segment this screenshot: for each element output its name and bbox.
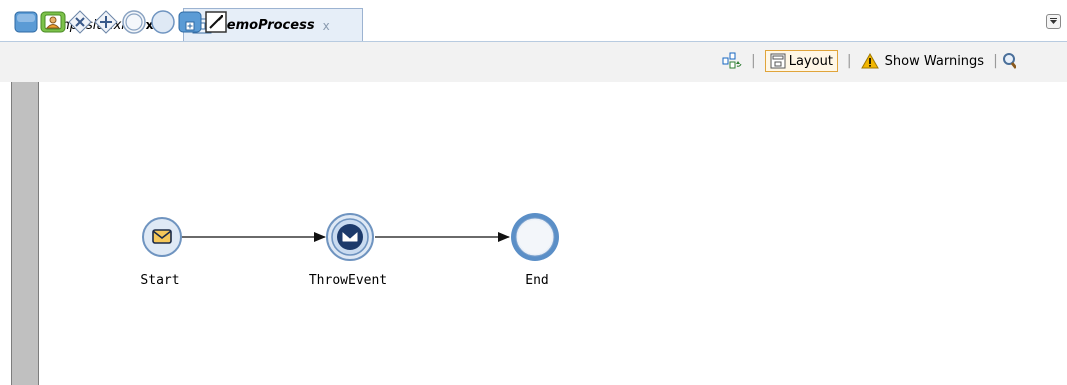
end-event-icon bbox=[518, 220, 552, 254]
tab-demoprocess-close-icon[interactable]: x bbox=[323, 19, 330, 33]
tab-list-dropdown-button[interactable] bbox=[1046, 14, 1061, 29]
toolbar-separator: | bbox=[751, 53, 756, 69]
chevron-down-icon bbox=[1050, 18, 1057, 24]
warning-icon bbox=[860, 53, 879, 69]
message-icon bbox=[152, 229, 172, 244]
user-task-icon[interactable] bbox=[40, 10, 66, 34]
toolbar-separator: | bbox=[993, 53, 998, 69]
annotation-icon[interactable] bbox=[204, 10, 228, 34]
process-canvas[interactable]: Start ThrowEvent End bbox=[0, 82, 1067, 385]
layout-button[interactable]: Layout bbox=[764, 50, 838, 72]
throw-message-icon bbox=[337, 224, 363, 250]
node-label-end: End bbox=[525, 273, 549, 288]
show-warnings-button[interactable]: Show Warnings bbox=[860, 53, 985, 69]
toolbar-separator: | bbox=[846, 53, 852, 69]
start-event-icon[interactable] bbox=[150, 10, 176, 34]
layout-label: Layout bbox=[788, 53, 833, 69]
parallel-gateway-icon[interactable] bbox=[94, 10, 118, 34]
subprocess-icon[interactable] bbox=[178, 10, 202, 34]
end-event[interactable] bbox=[511, 213, 559, 261]
start-event[interactable] bbox=[142, 217, 182, 257]
intermediate-event-icon[interactable] bbox=[120, 10, 148, 34]
layout-icon bbox=[770, 53, 786, 69]
activity-icon[interactable] bbox=[14, 10, 38, 34]
composite-sync-icon[interactable] bbox=[722, 52, 742, 70]
throw-event[interactable] bbox=[326, 213, 374, 261]
show-warnings-label: Show Warnings bbox=[884, 53, 985, 69]
exclusive-gateway-icon[interactable] bbox=[68, 10, 92, 34]
tab-demoprocess-label: DemoProcess bbox=[216, 18, 315, 33]
node-label-start: Start bbox=[140, 273, 180, 288]
process-diagram bbox=[142, 213, 559, 261]
search-icon[interactable] bbox=[1002, 52, 1016, 70]
node-label-throwevent: ThrowEvent bbox=[308, 273, 388, 288]
toolbar-actions: | Layout | Show Warnings | bbox=[722, 46, 1016, 76]
